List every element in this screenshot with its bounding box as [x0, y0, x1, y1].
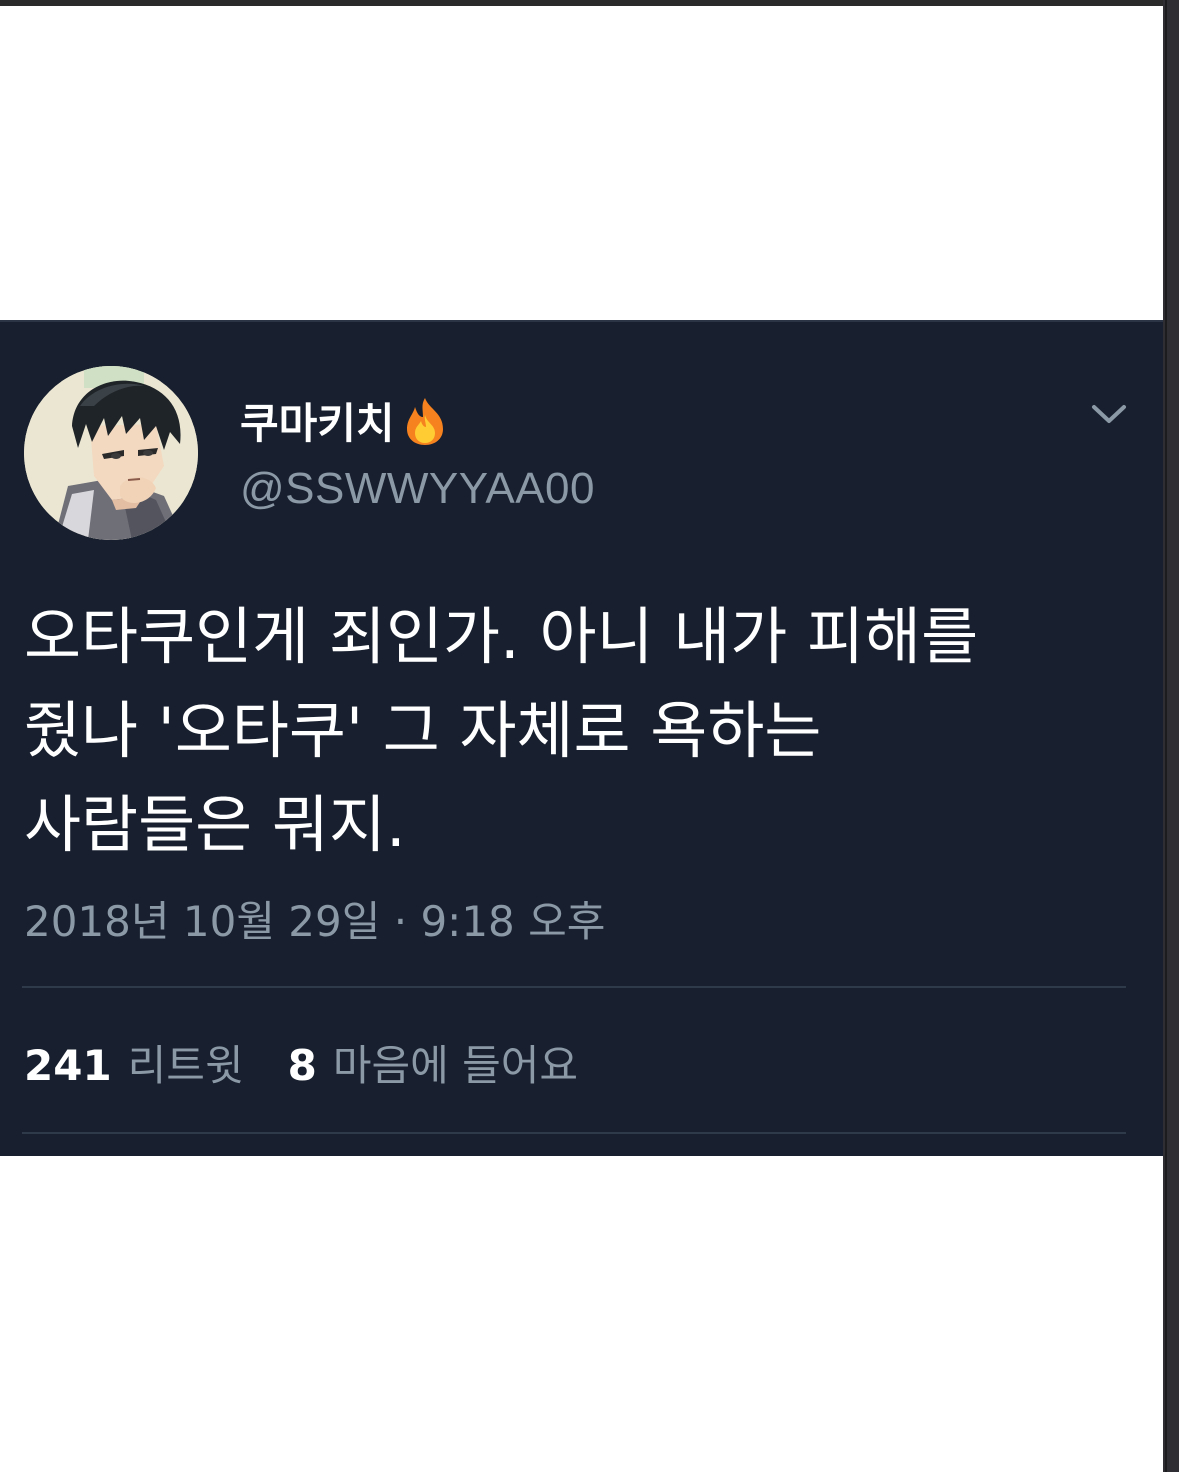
tweet-timestamp[interactable]: 2018년 10월 29일 · 9:18 오후 [24, 888, 605, 949]
display-name-text: 쿠마키치 [240, 399, 395, 448]
like-label[interactable]: 마음에 들어요 [333, 1032, 578, 1093]
tweet-card: 쿠마키치 @SSWWYYAA00 오타쿠인게 죄인가. 아니 내가 피해를 줬나… [0, 320, 1163, 1156]
top-border [0, 0, 1179, 6]
divider [22, 1132, 1126, 1134]
divider [22, 986, 1126, 988]
fire-icon [406, 397, 443, 445]
tweet-text: 오타쿠인게 죄인가. 아니 내가 피해를 줬나 '오타쿠' 그 자체로 욕하는 … [24, 590, 1134, 872]
chevron-down-icon[interactable] [1088, 400, 1130, 428]
tweet-stats: 241 리트윗 8 마음에 들어요 [24, 1032, 578, 1093]
tweet-text-line: 사람들은 뭐지. [24, 788, 406, 861]
display-name[interactable]: 쿠마키치 [240, 390, 451, 451]
retweet-count[interactable]: 241 [24, 1041, 112, 1090]
right-border [1163, 0, 1179, 1472]
user-handle[interactable]: @SSWWYYAA00 [240, 464, 595, 514]
tweet-text-line: 오타쿠인게 죄인가. 아니 내가 피해를 [24, 600, 979, 673]
avatar[interactable] [24, 366, 198, 540]
retweet-label[interactable]: 리트윗 [128, 1032, 244, 1093]
anime-character-avatar-icon [24, 366, 198, 540]
like-count[interactable]: 8 [288, 1041, 317, 1090]
tweet-text-line: 줬나 '오타쿠' 그 자체로 욕하는 [24, 694, 822, 767]
screenshot-page: 쿠마키치 @SSWWYYAA00 오타쿠인게 죄인가. 아니 내가 피해를 줬나… [0, 0, 1179, 1472]
